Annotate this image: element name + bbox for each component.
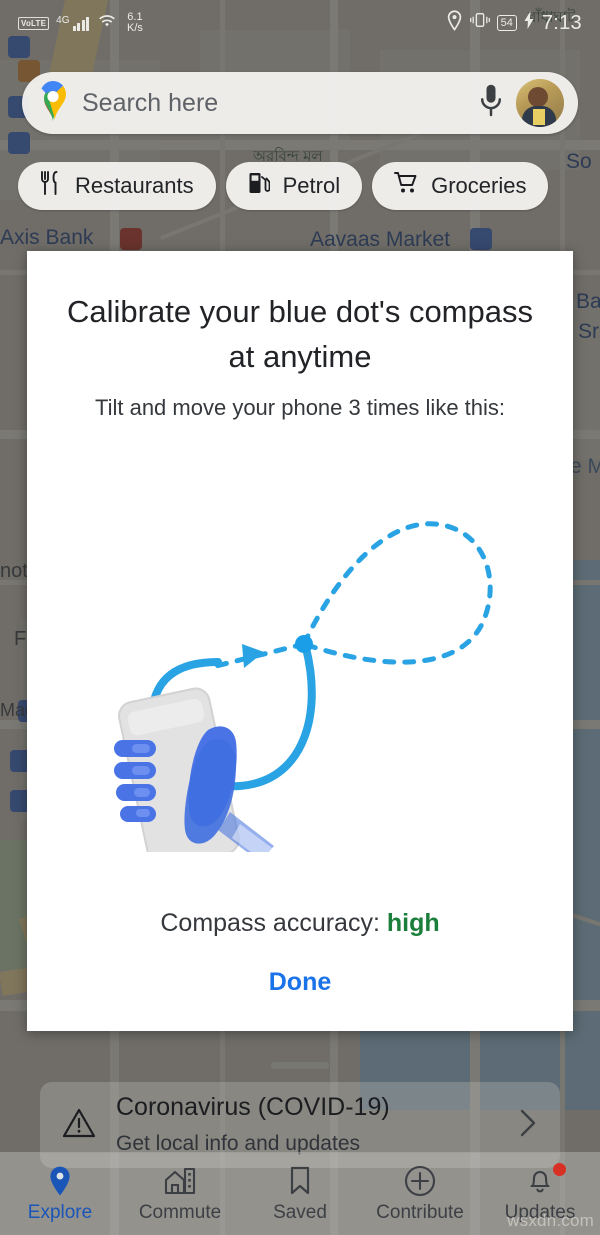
chevron-right-icon[interactable] <box>518 1107 538 1144</box>
charging-bolt-icon <box>524 11 535 35</box>
data-speed-indicator: 6.1 K/s <box>127 12 143 34</box>
clock-label: 7:13 <box>541 11 582 34</box>
volte-icon: VoLTE <box>18 16 50 30</box>
map-pin-icon <box>44 1165 76 1197</box>
compass-calibration-dialog: Calibrate your blue dot's compass at any… <box>27 251 573 1031</box>
done-button[interactable]: Done <box>51 968 549 1005</box>
chip-label: Restaurants <box>75 173 194 198</box>
nav-label: Saved <box>273 1201 327 1223</box>
chip-groceries[interactable]: Groceries <box>372 162 549 210</box>
google-maps-screen: Axis Bank অরবিন্দ মল Aavaas Market বাঁধা… <box>0 0 600 1235</box>
bookmark-icon <box>284 1165 316 1197</box>
nav-item-saved[interactable]: Saved <box>240 1165 360 1224</box>
vibrate-icon <box>469 10 490 36</box>
accuracy-label: Compass accuracy: <box>160 909 380 937</box>
user-avatar[interactable] <box>516 79 564 127</box>
restaurant-fork-knife-icon <box>40 171 62 201</box>
nav-item-contribute[interactable]: Contribute <box>360 1165 480 1224</box>
shopping-cart-icon <box>394 171 418 201</box>
accuracy-value: high <box>386 909 440 937</box>
bottom-sheet-drag-handle[interactable] <box>271 1062 329 1069</box>
category-chips: Restaurants Petrol Groceries <box>18 162 549 210</box>
status-bar: VoLTE 4G 6.1 K/s 54 7:13 <box>0 0 600 46</box>
nav-label: Commute <box>138 1201 222 1223</box>
figure-eight-calibration-illustration <box>51 416 549 909</box>
nav-label: Explore <box>27 1201 93 1223</box>
compass-accuracy-status: Compass accuracy: high <box>51 909 549 938</box>
chip-label: Groceries <box>431 173 527 198</box>
watermark-label: wsxdn.com <box>507 1211 594 1230</box>
nav-label: Contribute <box>376 1201 464 1223</box>
chip-restaurants[interactable]: Restaurants <box>18 162 216 210</box>
chip-label: Petrol <box>282 173 341 198</box>
covid-card-texts: Coronavirus (COVID-19) Get local info an… <box>116 1094 498 1156</box>
search-bar[interactable]: Search here <box>22 72 578 134</box>
network-generation-label: 4G <box>56 15 70 26</box>
buildings-icon <box>164 1165 196 1197</box>
bell-icon <box>524 1165 556 1197</box>
google-maps-pin-icon <box>36 79 70 128</box>
chip-petrol[interactable]: Petrol <box>225 162 363 210</box>
dialog-title: Calibrate your blue dot's compass at any… <box>67 294 533 375</box>
plus-circle-icon <box>404 1165 436 1197</box>
nav-item-commute[interactable]: Commute <box>120 1165 240 1224</box>
location-pin-icon <box>446 9 463 37</box>
wifi-icon <box>96 11 118 35</box>
battery-indicator: 54 <box>496 15 517 31</box>
search-input[interactable]: Search here <box>82 89 466 118</box>
nav-item-explore[interactable]: Explore <box>0 1165 120 1224</box>
microphone-icon[interactable] <box>478 83 504 124</box>
warning-triangle-icon <box>62 1107 96 1144</box>
fuel-pump-icon <box>248 171 271 201</box>
signal-bars-icon <box>72 15 89 31</box>
updates-badge <box>553 1162 566 1176</box>
covid-card-title: Coronavirus (COVID-19) <box>116 1093 390 1122</box>
data-speed-unit: K/s <box>127 22 143 34</box>
